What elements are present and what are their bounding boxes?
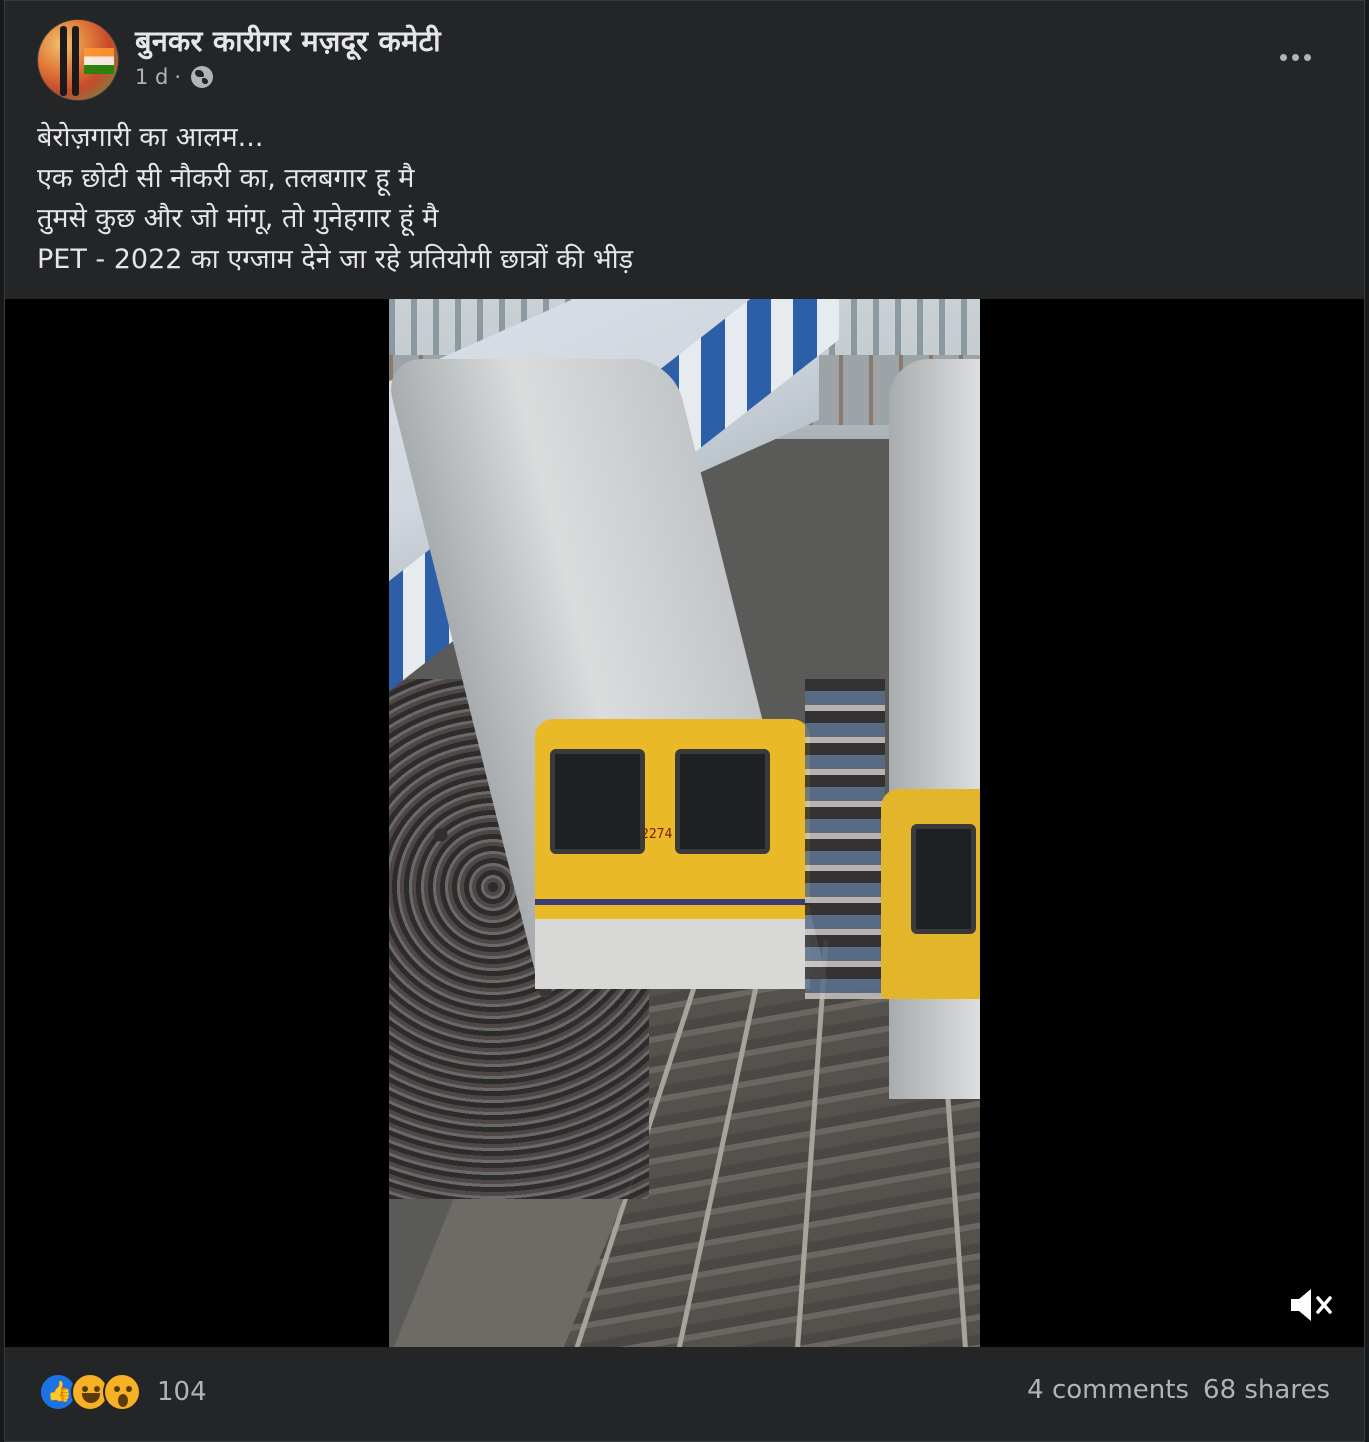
- train-number: 2274: [641, 827, 673, 842]
- shuttle-icon: [72, 26, 79, 96]
- post-text: बेरोज़गारी का आलम... एक छोटी सी नौकरी का…: [37, 118, 633, 280]
- comments-count-link[interactable]: 4 comments: [1027, 1375, 1189, 1405]
- page-name-link[interactable]: बुनकर कारीगर मज़दूर कमेटी: [135, 21, 441, 60]
- post-text-line: तुमसे कुछ और जो मांगू, तो गुनेहगार हूं म…: [37, 203, 439, 234]
- train-stripe: [535, 899, 810, 905]
- wow-icon: [103, 1373, 141, 1411]
- meta-separator: ·: [174, 65, 182, 89]
- feed-post: बुनकर कारीगर मज़दूर कमेटी 1 d · बेरोज़गा…: [4, 0, 1365, 1442]
- flag-icon: [84, 48, 114, 74]
- reaction-count[interactable]: 104: [157, 1377, 207, 1407]
- post-text-line: एक छोटी सी नौकरी का, तलबगार हू मै: [37, 162, 415, 194]
- shares-count-link[interactable]: 68 shares: [1203, 1375, 1330, 1405]
- video-frame[interactable]: 2274: [389, 299, 980, 1347]
- post-stats: 4 comments 68 shares: [1027, 1375, 1330, 1405]
- page-avatar[interactable]: [37, 19, 119, 101]
- globe-icon: [191, 66, 214, 88]
- train-bumper: [535, 919, 810, 989]
- post-text-line: PET - 2022 का एग्जाम देने जा रहे प्रतियो…: [37, 243, 634, 275]
- volume-muted-icon[interactable]: [1287, 1285, 1337, 1325]
- post-text-line: बेरोज़गारी का आलम...: [37, 122, 264, 153]
- train-window: [911, 824, 976, 934]
- video-scene-people: [805, 679, 885, 999]
- train-window: [675, 749, 770, 854]
- post-timestamp[interactable]: 1 d: [135, 65, 168, 89]
- video-scene-train-2-front: [881, 789, 980, 999]
- post-meta: 1 d ·: [135, 65, 214, 89]
- more-options-icon[interactable]: [1269, 39, 1321, 75]
- video-player[interactable]: 2274: [5, 299, 1364, 1347]
- reactions-summary[interactable]: 104: [39, 1372, 207, 1412]
- video-scene-train-front: 2274: [535, 719, 810, 989]
- shuttle-icon: [60, 26, 67, 96]
- train-window: [550, 749, 645, 854]
